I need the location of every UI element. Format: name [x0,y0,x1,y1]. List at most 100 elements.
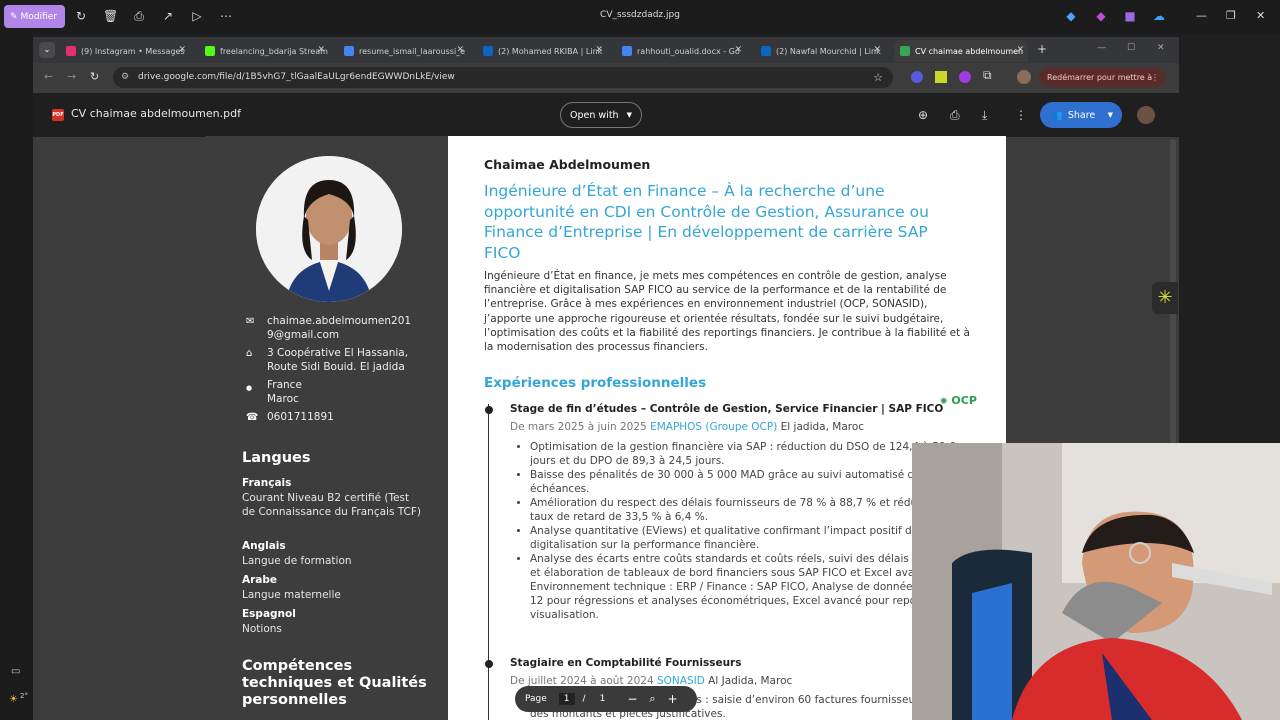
close-icon[interactable]: ✕ [456,45,464,55]
viewer-left-rail: ▭ ☀ 2° [0,34,33,720]
app-icon-blue[interactable]: ◆ [1064,9,1078,23]
close-icon[interactable]: ✕ [317,45,325,55]
back-icon[interactable]: ← [44,70,53,83]
page-number-input[interactable]: 1 [558,693,575,705]
close-icon[interactable]: ✕ [178,45,186,55]
job-title: Stagiaire en Comptabilité Fournisseurs [510,657,742,669]
page-navigator: Page 1 / 1 − ⌕ + [515,686,697,712]
close-icon[interactable]: ✕ [1157,43,1165,53]
download-icon[interactable]: ⤓ [982,108,987,123]
skills-heading: Compétences techniques et Qualités perso… [242,658,427,708]
extensions-puzzle-icon[interactable]: ⧉ [983,68,992,83]
site-info-icon[interactable]: ⚙ [121,67,129,88]
tab-resume[interactable]: resume_ismail_laaroussi_e ✕ [338,40,468,62]
docs-icon [622,46,632,56]
language-name: Espagnol [242,608,296,620]
forward-icon[interactable]: → [67,70,76,83]
weather-icon[interactable]: ☀ [9,694,18,705]
email-text: chaimae.abdelmoumen2019@gmail.com [267,315,412,341]
filmstrip-icon[interactable]: ▭ [11,666,20,677]
tab-cv-chaimae[interactable]: CV chaimae abdelmoumen ✕ [894,40,1028,62]
drive-icon [900,46,910,56]
open-with-label: Open with [570,109,619,121]
linkedin-icon [761,46,771,56]
cv-sidebar: ✉ chaimae.abdelmoumen2019@gmail.com ⌂ 3 … [206,136,448,720]
address-text: 3 Coopérative El Hassania, Route Sidi Bo… [267,347,409,373]
tab-strip: ⌄ (9) Instagram • Messages ✕ freelancing… [33,37,1179,63]
tab-search-icon[interactable]: ⌄ [39,42,55,58]
reload-icon[interactable]: ↻ [90,70,99,83]
language-name: Arabe [242,574,278,586]
tab-kick[interactable]: freelancing_bdarija Stream ✕ [199,40,329,62]
caret-down-icon[interactable]: ▼ [1108,111,1113,119]
tab-label: (2) Nawfal Mourchid | Link [776,46,881,56]
maximize-icon[interactable]: ☐ [1127,43,1135,53]
tab-linkedin-rkiba[interactable]: (2) Mohamed RKIBA | Link ✕ [477,40,607,62]
app-icon-violet[interactable]: ■ [1123,9,1137,23]
account-avatar[interactable] [1137,106,1155,124]
zoom-icon[interactable]: ⌕ [649,692,655,706]
cv-main: Chaimae Abdelmoumen Ingénieure d’État en… [484,136,984,720]
job-location: Al Jadida, Maroc [708,675,793,687]
url-input[interactable]: ⚙ drive.google.com/file/d/1B5vhG7_tlGaal… [113,67,893,88]
photo-viewer-toolbar: ✎ Modifier ↻ 🗑 ⎙ ↗ ▷ ⋯ CV_sssdzdadz.jpg … [0,0,1280,34]
profile-photo [256,156,402,302]
language-name: Français [242,477,292,489]
extension-side-icon[interactable]: ✳ [1152,282,1178,314]
share-button[interactable]: 👥 Share ▼ [1040,102,1122,128]
close-icon[interactable]: ✕ [1256,9,1265,22]
job-location: El jadida, Maroc [780,421,865,433]
pdf-icon: PDF [52,109,64,121]
close-icon[interactable]: ✕ [734,45,742,55]
tab-label: CV chaimae abdelmoumen [915,46,1024,56]
onedrive-icon[interactable]: ☁ [1152,9,1166,23]
close-icon[interactable]: ✕ [1016,45,1024,55]
kick-icon [205,46,215,56]
experience-timeline [488,404,489,720]
webcam-overlay [912,443,1280,720]
page-total: 1 [599,694,606,704]
new-tab-icon[interactable]: + [1037,42,1047,56]
tab-linkedin-mourchid[interactable]: (2) Nawfal Mourchid | Link ✕ [755,40,885,62]
instagram-icon [66,46,76,56]
timeline-dot [485,660,493,668]
phone-icon: ☎ [246,412,259,423]
more-actions-icon[interactable]: ⋮ [1015,108,1027,122]
close-icon[interactable]: ✕ [873,45,881,55]
add-to-drive-icon[interactable]: ⊕ [918,108,928,122]
zoom-in-icon[interactable]: + [668,692,678,706]
zoom-out-icon[interactable]: − [627,692,637,706]
document-title: CV chaimae abdelmoumen.pdf [71,107,241,120]
print-icon[interactable]: ⎙ [950,108,960,123]
extension-icon-2[interactable] [935,71,947,83]
job-bullets: Optimisation de la gestion financière vi… [510,440,980,622]
tab-instagram[interactable]: (9) Instagram • Messages ✕ [60,40,190,62]
timeline-dot [485,406,493,414]
open-with-button[interactable]: Open with ▼ [560,102,642,128]
ocp-logo: ✺ OCP [940,394,977,407]
home-icon: ⌂ [246,348,253,359]
cv-headline: Ingénieure d’État en Finance – À la rech… [484,182,929,262]
bookmark-star-icon[interactable]: ☆ [873,67,883,88]
app-icon-purple[interactable]: ◆ [1094,9,1108,23]
languages-heading: Langues [242,450,311,466]
language-level: Langue de formation [242,555,352,567]
menu-icon[interactable]: ⋮ [1151,68,1159,87]
minimize-icon[interactable]: — [1097,43,1106,53]
restart-update-button[interactable]: Redémarrer pour mettre à jour ⋮ [1039,68,1165,101]
caret-down-icon: ▼ [626,111,632,119]
job-meta: De mars 2025 à juin 2025 EMAPHOS (Groupe… [510,421,864,433]
close-icon[interactable]: ✕ [595,45,603,55]
drive-toolbar: PDF CV chaimae abdelmoumen.pdf Open with… [33,93,1179,137]
profile-avatar[interactable] [1017,70,1031,84]
linkedin-icon [483,46,493,56]
address-bar-row: ← → ↻ ⚙ drive.google.com/file/d/1B5vhG7_… [33,63,1179,101]
extension-icon-3[interactable] [959,71,971,83]
extension-icon-1[interactable] [911,71,923,83]
tab-label: (9) Instagram • Messages [81,46,185,56]
minimize-icon[interactable]: — [1196,9,1207,22]
job-company: EMAPHOS (Groupe OCP) [650,421,778,433]
maximize-icon[interactable]: ❐ [1226,9,1236,22]
tab-rahhouti-doc[interactable]: rahhouti_oualid.docx - Go ✕ [616,40,746,62]
ocp-logo-text: OCP [951,394,977,407]
